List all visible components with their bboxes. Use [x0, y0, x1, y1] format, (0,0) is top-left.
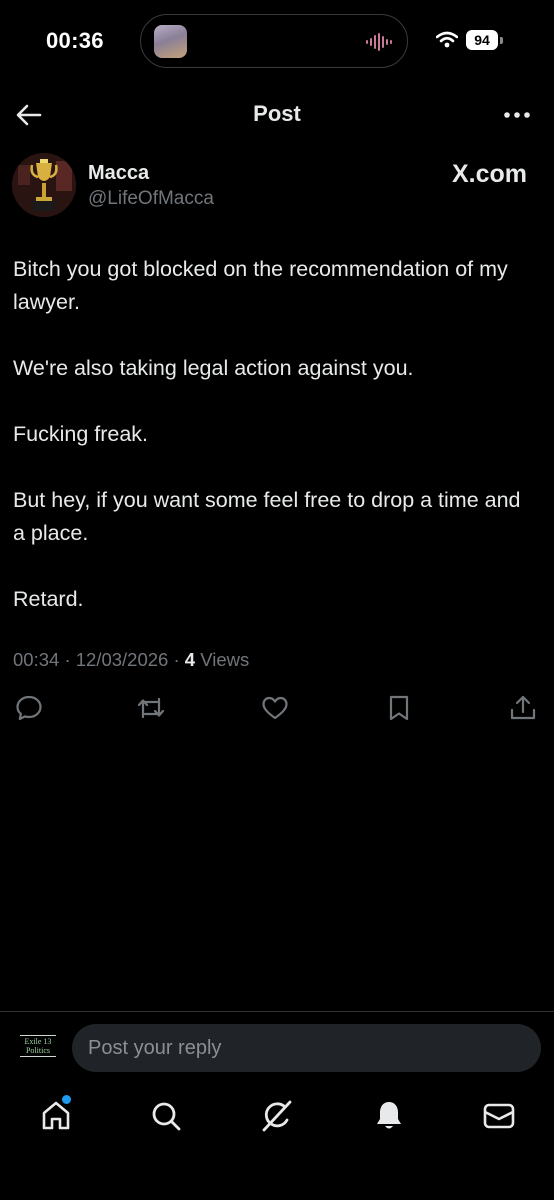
grok-icon[interactable] — [259, 1098, 295, 1134]
status-bar: 00:36 94 — [0, 0, 554, 84]
author-avatar[interactable] — [12, 153, 76, 217]
home-indicator — [166, 1178, 388, 1184]
battery-tip — [500, 37, 503, 44]
post-date: 12/03/2026 — [75, 649, 169, 670]
like-icon[interactable] — [260, 693, 290, 723]
post-time: 00:34 — [13, 649, 60, 670]
author-handle[interactable]: @LifeOfMacca — [88, 188, 214, 210]
messages-icon[interactable] — [481, 1098, 517, 1134]
divider — [20, 1035, 56, 1036]
page-title: Post — [253, 101, 301, 126]
post-text: Bitch you got blocked on the recommendat… — [13, 253, 533, 649]
separator-dot: · — [64, 649, 76, 670]
battery-icon: 94 — [466, 30, 498, 50]
status-time: 00:36 — [46, 28, 104, 53]
post-meta: 00:34 · 12/03/2026 · 4 Views — [13, 649, 249, 671]
reply-icon[interactable] — [14, 693, 44, 723]
now-playing-thumbnail — [154, 25, 187, 58]
notifications-icon[interactable] — [371, 1098, 407, 1134]
more-options-icon[interactable] — [502, 106, 532, 124]
avatar-text-line1: Exile 13 — [24, 1037, 52, 1046]
retweet-icon[interactable] — [136, 693, 166, 723]
share-icon[interactable] — [508, 693, 538, 723]
xcom-watermark: X.com — [451, 160, 527, 188]
trophy-icon — [12, 153, 76, 217]
post-paragraph: Fucking freak. — [13, 422, 149, 446]
avatar-text-line2: Politics — [25, 1046, 50, 1055]
bookmark-icon[interactable] — [384, 693, 414, 723]
notification-dot — [62, 1095, 71, 1104]
post-header: Post — [0, 84, 554, 144]
dynamic-island[interactable] — [140, 14, 408, 68]
post-paragraph: We're also taking legal action against y… — [13, 356, 414, 380]
separator-dot: · — [173, 649, 185, 670]
post-actions — [0, 693, 554, 727]
divider — [20, 1056, 56, 1057]
wifi-icon — [436, 31, 458, 48]
reply-divider — [0, 1011, 554, 1012]
post-paragraph: But hey, if you want some feel free to d… — [13, 488, 521, 545]
author-name[interactable]: Macca — [88, 162, 149, 185]
post-paragraph: Retard. — [13, 587, 84, 611]
views-count[interactable]: 4 — [185, 649, 195, 670]
reply-user-avatar[interactable]: Exile 13 Politics — [16, 1034, 60, 1064]
bottom-nav — [0, 1090, 554, 1146]
audio-waveform-icon — [366, 33, 392, 51]
views-label[interactable]: Views — [200, 649, 249, 670]
post-paragraph: Bitch you got blocked on the recommendat… — [13, 257, 508, 314]
search-icon[interactable] — [148, 1098, 184, 1134]
reply-input[interactable] — [72, 1024, 541, 1072]
